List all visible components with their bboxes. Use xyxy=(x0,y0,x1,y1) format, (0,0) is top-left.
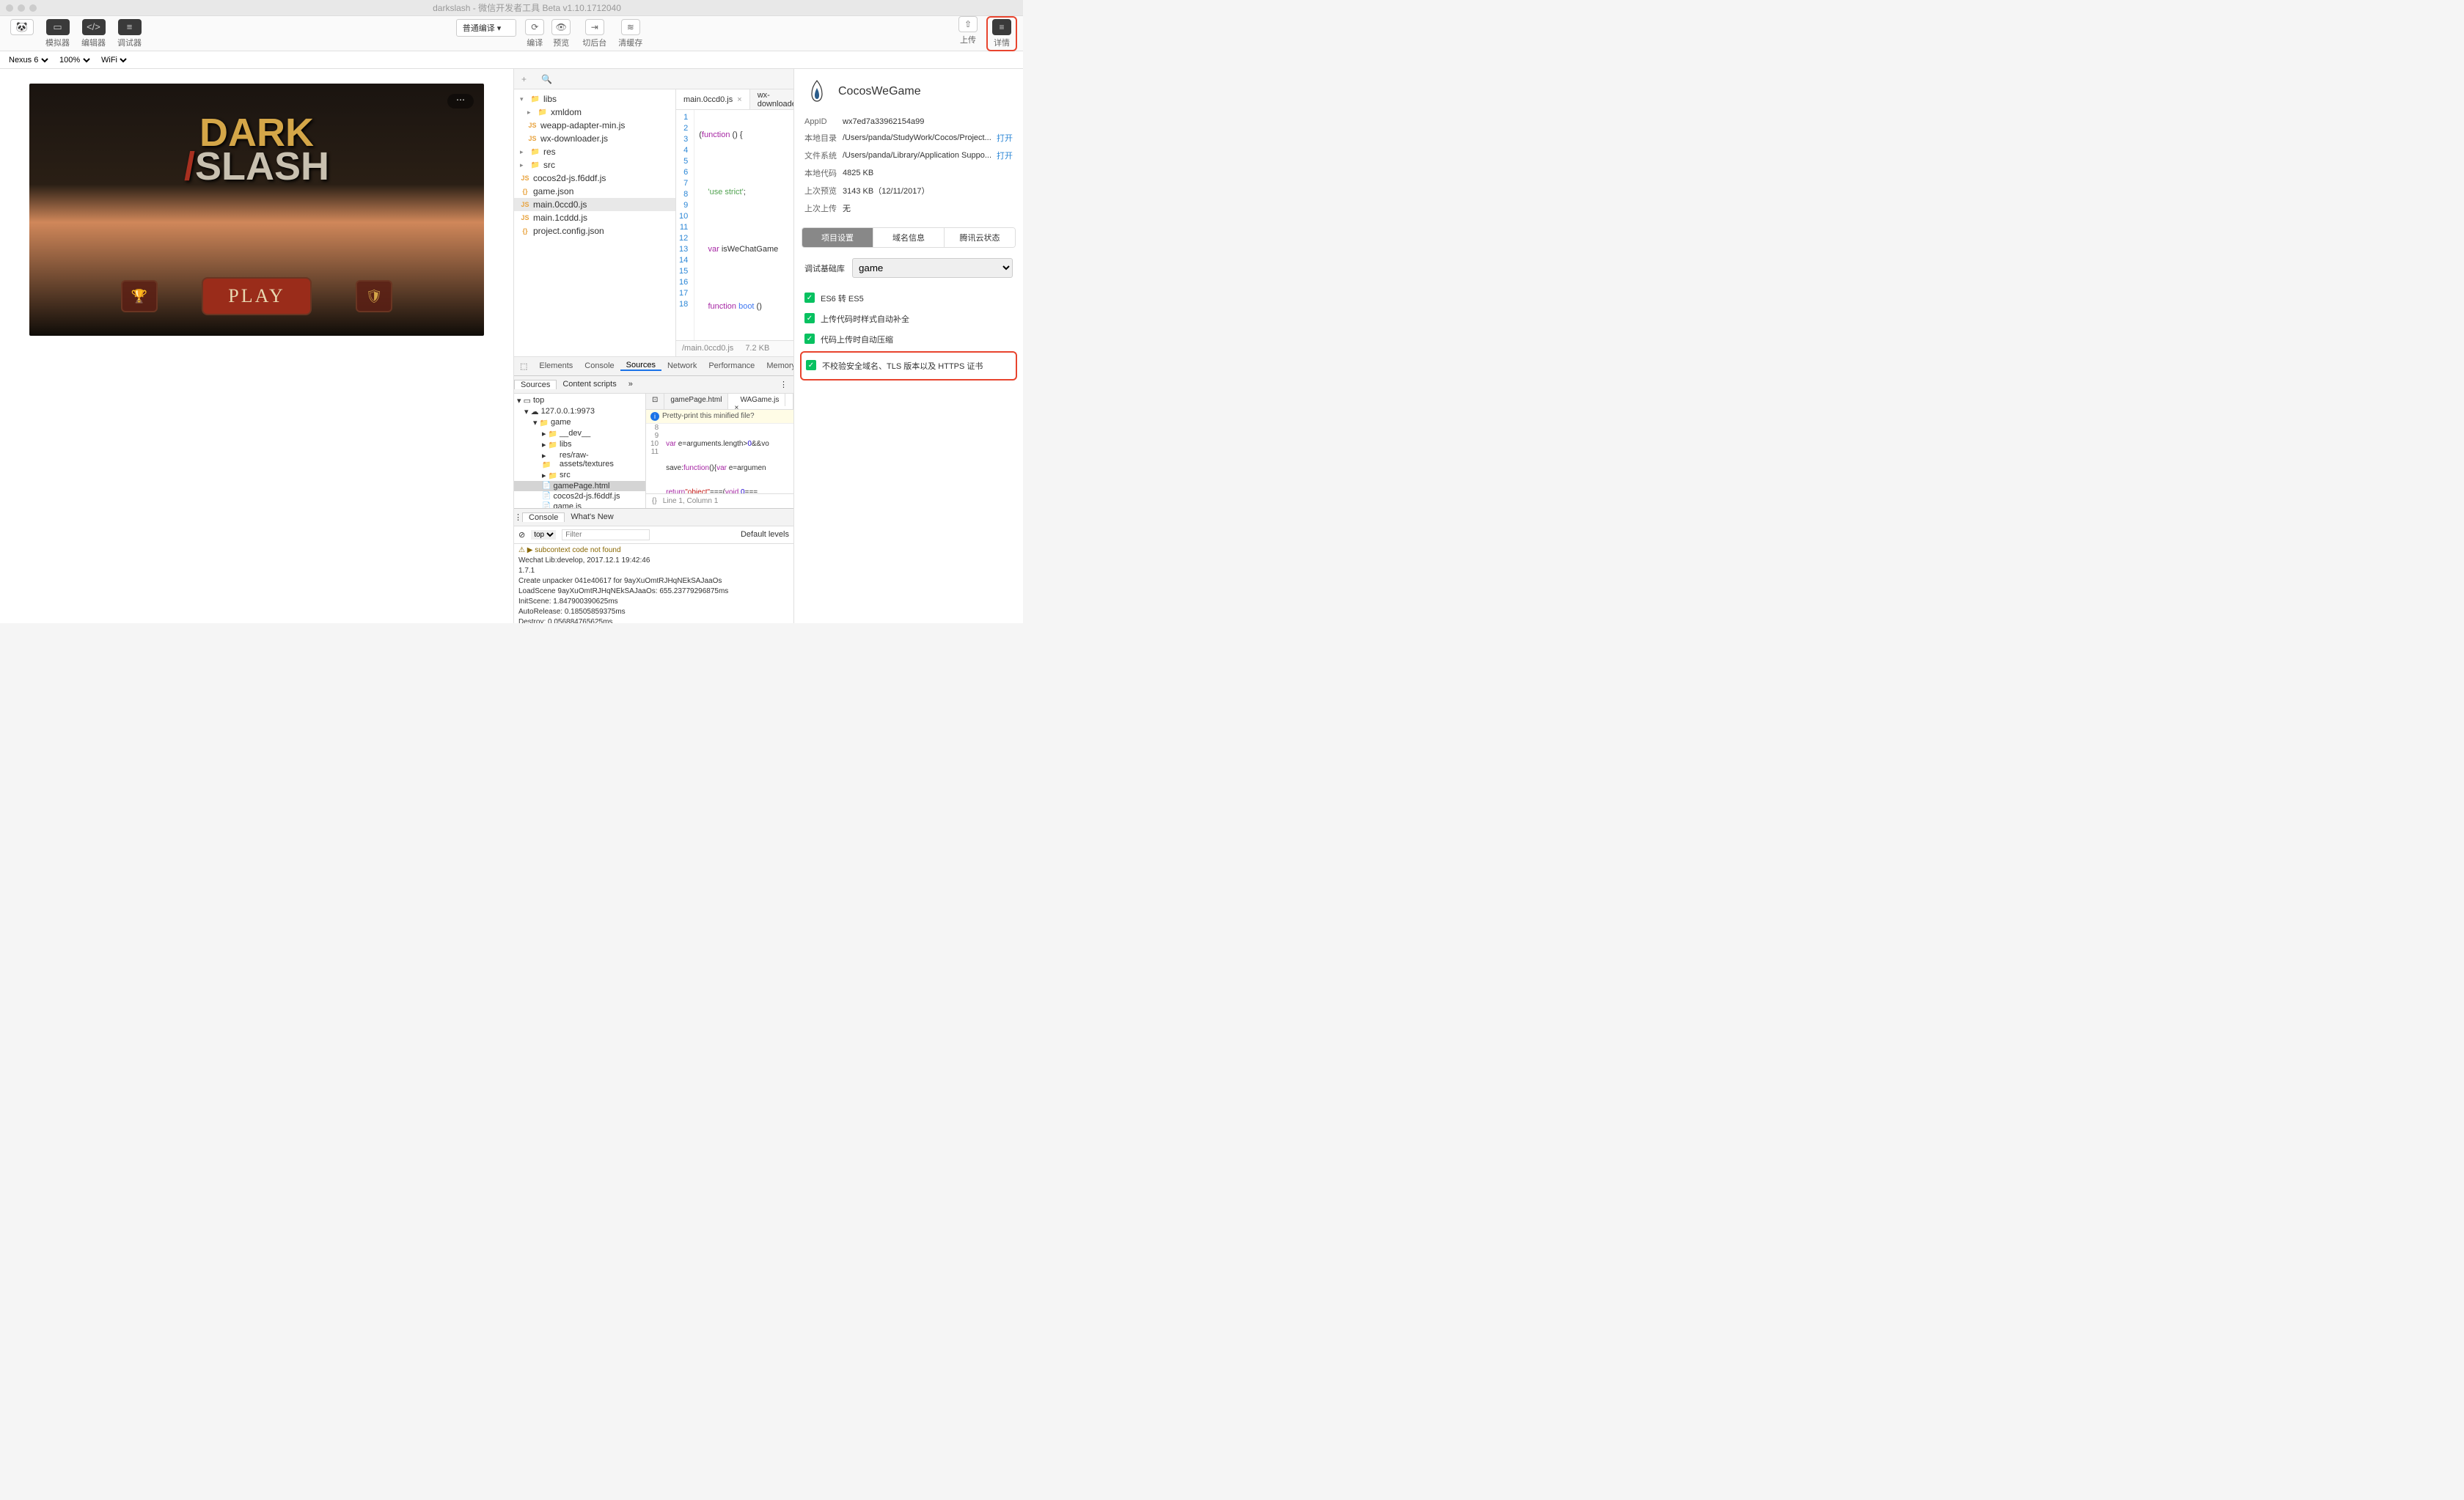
dt-performance[interactable]: Performance xyxy=(703,361,760,370)
close-icon[interactable]: × xyxy=(737,95,741,104)
tab-wxdl[interactable]: wx-downloader. xyxy=(750,89,793,109)
dt-console[interactable]: Console xyxy=(579,361,620,370)
dt-sources[interactable]: Sources xyxy=(620,361,661,371)
folder-libs[interactable]: libs xyxy=(543,94,557,104)
dt-more-icon[interactable]: » xyxy=(623,380,639,389)
folder-src[interactable]: src xyxy=(543,160,555,170)
file-project-config[interactable]: project.config.json xyxy=(533,226,604,236)
file-main0[interactable]: main.0ccd0.js xyxy=(533,199,587,210)
device-select[interactable]: Nexus 6 xyxy=(6,55,51,65)
console-context-select[interactable]: top xyxy=(531,530,556,540)
compile-mode-select[interactable]: 普通编译 ▾ xyxy=(456,19,517,37)
preview-button[interactable]: 👁预览 xyxy=(549,19,573,48)
clearcache-button[interactable]: ≋清缓存 xyxy=(615,19,645,48)
detail-tabs: 项目设置 域名信息 腾讯云状态 xyxy=(802,227,1016,248)
dt-footer: {}Line 1, Column 1 xyxy=(646,493,793,508)
game-menu-icon[interactable]: ⋯ xyxy=(447,94,474,109)
detail-button[interactable]: ≡详情 xyxy=(989,19,1014,48)
whatsnew-tab[interactable]: What's New xyxy=(565,512,619,521)
simulator-subtoolbar: Nexus 6 100% WiFi xyxy=(0,51,1023,69)
play-button[interactable]: PLAY xyxy=(202,277,312,315)
tab-project-settings[interactable]: 项目设置 xyxy=(802,228,873,247)
console-output[interactable]: ⚠ ▶ subcontext code not found Wechat Lib… xyxy=(514,544,793,623)
add-file-icon[interactable]: + xyxy=(514,74,534,84)
sources-tree[interactable]: ▾ ▭top ▾ ☁127.0.0.1:9973 ▾ 📁game ▸ 📁__de… xyxy=(514,394,646,508)
main-toolbar: 🐼 ▭模拟器 </>编辑器 ≡调试器 普通编译 ▾ ⟳编译 👁预览 ⇥切后台 ≋… xyxy=(0,16,1023,51)
console-levels[interactable]: Default levels xyxy=(741,530,789,539)
dt-elements[interactable]: Elements xyxy=(533,361,579,370)
file-wx-downloader[interactable]: wx-downloader.js xyxy=(540,133,608,144)
code-body[interactable]: 123456789101112131415161718 (function ()… xyxy=(676,110,793,340)
check-auto-compress[interactable]: ✓代码上传时自动压缩 xyxy=(804,329,1013,350)
window-title: darkslash - 微信开发者工具 Beta v1.10.1712040 xyxy=(37,1,1017,14)
dt-code-body[interactable]: 891011 var e=arguments.length>0&&vo save… xyxy=(646,424,793,493)
dt-sub-sources[interactable]: Sources xyxy=(514,380,557,389)
project-icon-button[interactable]: 🐼 xyxy=(6,18,38,37)
zoom-select[interactable]: 100% xyxy=(56,55,92,65)
file-main1[interactable]: main.1cddd.js xyxy=(533,213,587,223)
check-es6[interactable]: ✓ES6 转 ES5 xyxy=(804,288,1013,309)
dt-menu-icon[interactable]: ⋮ xyxy=(774,380,793,389)
debuglib-label: 调试基础库 xyxy=(804,262,845,274)
tab-main[interactable]: main.0ccd0.js× xyxy=(676,89,750,109)
devtools: ⬚ Elements Console Sources Network Perfo… xyxy=(514,356,793,624)
tab-tencent-cloud[interactable]: 腾讯云状态 xyxy=(944,228,1015,247)
dt-tab-wagame[interactable]: WAGame.js × xyxy=(728,394,793,409)
trophy-button[interactable]: 🏆 xyxy=(121,280,158,312)
game-title: DARK /SLASH xyxy=(184,117,329,184)
editor-status: /main.0ccd0.js7.2 KB xyxy=(676,340,793,356)
check-style-autocomplete[interactable]: ✓上传代码时样式自动补全 xyxy=(804,309,1013,329)
background-button[interactable]: ⇥切后台 xyxy=(579,19,609,48)
editor-tabs: main.0ccd0.js× wx-downloader. xyxy=(676,89,793,110)
inspect-icon[interactable]: ⬚ xyxy=(514,361,533,371)
folder-res[interactable]: res xyxy=(543,147,556,157)
code-lines: (function () { 'use strict'; var isWeCha… xyxy=(694,110,782,340)
file-cocos2d[interactable]: cocos2d-js.f6ddf.js xyxy=(533,173,606,183)
upload-button[interactable]: ⇧上传 xyxy=(956,16,980,45)
console-tab[interactable]: Console xyxy=(522,512,565,522)
console-panel: ⋮ Console What's New ⊘ top Default level… xyxy=(514,508,793,623)
appid-value: wx7ed7a33962154a99 xyxy=(843,117,1013,126)
dt-network[interactable]: Network xyxy=(661,361,703,370)
editor-button[interactable]: </>编辑器 xyxy=(77,18,110,50)
simulator-pane: ⋯ DARK /SLASH 🏆 PLAY 🛡 xyxy=(0,69,513,623)
console-menu-icon[interactable]: ⋮ xyxy=(514,512,522,522)
file-tree[interactable]: ▾📁libs ▸📁xmldom JSweapp-adapter-min.js J… xyxy=(514,89,675,356)
line-numbers: 123456789101112131415161718 xyxy=(676,110,694,340)
prettify-banner[interactable]: iPretty-print this minified file? xyxy=(646,410,793,424)
tab-domain-info[interactable]: 域名信息 xyxy=(873,228,944,247)
debuglib-select[interactable]: game xyxy=(852,258,1013,278)
network-select[interactable]: WiFi xyxy=(98,55,129,65)
shield-button[interactable]: 🛡 xyxy=(356,280,392,312)
titlebar: darkslash - 微信开发者工具 Beta v1.10.1712040 xyxy=(0,0,1023,16)
dt-tab-gamepage[interactable]: gamePage.html xyxy=(664,394,728,409)
project-name: CocosWeGame xyxy=(838,85,921,98)
project-logo-icon xyxy=(804,79,829,104)
file-weapp-adapter[interactable]: weapp-adapter-min.js xyxy=(540,120,625,130)
search-file-icon[interactable]: 🔍 xyxy=(534,74,560,84)
game-preview[interactable]: ⋯ DARK /SLASH 🏆 PLAY 🛡 xyxy=(29,84,484,336)
compile-button[interactable]: ⟳编译 xyxy=(522,19,547,48)
simulator-button[interactable]: ▭模拟器 xyxy=(41,18,74,50)
folder-xmldom[interactable]: xmldom xyxy=(551,107,582,117)
open-fs-link[interactable]: 打开 xyxy=(992,150,1013,161)
details-panel: CocosWeGame AppIDwx7ed7a33962154a99 本地目录… xyxy=(793,69,1023,623)
file-game-json[interactable]: game.json xyxy=(533,186,573,196)
debugger-button[interactable]: ≡调试器 xyxy=(113,18,146,50)
clear-console-icon[interactable]: ⊘ xyxy=(518,530,525,540)
check-no-verify-domain[interactable]: ✓不校验安全域名、TLS 版本以及 HTTPS 证书 xyxy=(806,356,1011,376)
window-controls[interactable] xyxy=(6,4,37,12)
open-localdir-link[interactable]: 打开 xyxy=(992,132,1013,144)
dt-file-nav-icon[interactable]: ⊡ xyxy=(646,394,664,409)
file-tabs-bar: + 🔍 xyxy=(514,69,793,89)
dt-sub-content[interactable]: Content scripts xyxy=(557,380,622,389)
console-filter-input[interactable] xyxy=(562,529,650,540)
